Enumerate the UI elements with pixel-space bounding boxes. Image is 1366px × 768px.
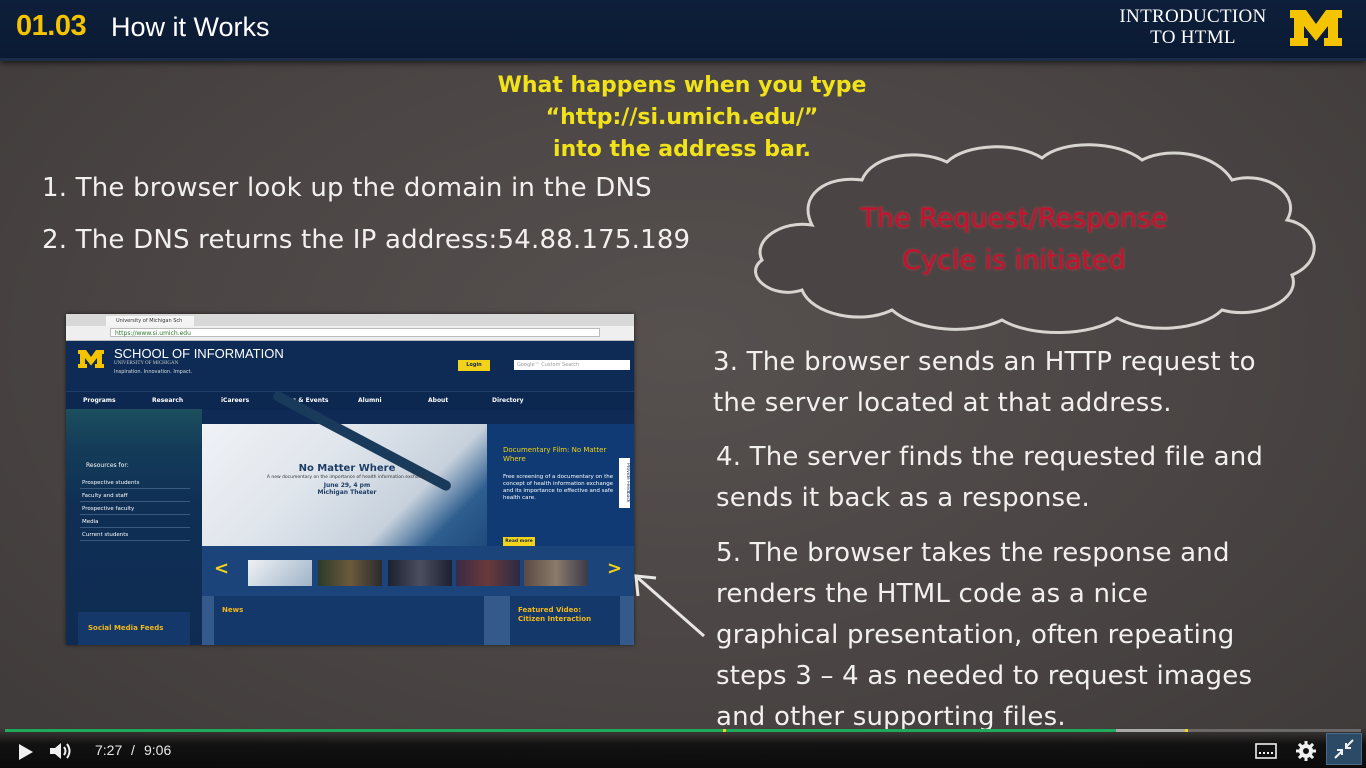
site-nav-item: Research xyxy=(152,397,184,404)
resource-item: Faculty and staff xyxy=(80,490,190,502)
feature-read-more-button: Read more xyxy=(503,537,535,546)
play-icon[interactable] xyxy=(14,741,36,763)
course-title-line2: TO HTML xyxy=(1150,27,1236,48)
progress-played xyxy=(5,729,1116,732)
resource-item: Current students xyxy=(80,529,190,541)
site-nav-item: Alumni xyxy=(358,397,382,404)
news-title: News xyxy=(222,606,244,614)
step-3-line2: the server located at that address. xyxy=(713,388,1172,418)
hero-subtitle: A new documentary on the importance of h… xyxy=(266,475,428,480)
cloud-text-line2: Cycle is initiated xyxy=(902,245,1126,276)
chapter-marker xyxy=(1185,729,1188,732)
featured-video-title: Featured Video: Citizen Interaction xyxy=(518,606,592,623)
resource-item: Prospective faculty xyxy=(80,503,190,515)
social-feeds-title: Social Media Feeds xyxy=(88,624,164,632)
hero-date-line2: Michigan Theater xyxy=(317,489,377,496)
carousel-prev-icon: < xyxy=(214,558,230,579)
carousel-thumb xyxy=(318,560,382,586)
michigan-m-logo xyxy=(1290,10,1342,46)
browser-tab: University of Michigan Sch xyxy=(106,316,194,326)
course-title-line1: INTRODUCTION xyxy=(1119,6,1267,27)
browser-address-bar: https://www.si.umich.edu xyxy=(110,328,600,337)
lesson-title: How it Works xyxy=(111,12,270,42)
step-4-text: 4. The server finds the requested file a… xyxy=(716,437,1263,519)
video-frame: 01.03 How it Works INTRODUCTION TO HTML … xyxy=(0,0,1366,768)
captions-icon[interactable] xyxy=(1255,743,1277,759)
website-screenshot: University of Michigan Sch https://www.s… xyxy=(66,314,634,645)
current-time: 7:27 xyxy=(95,742,123,758)
site-sidebar: Resources for: Prospective students Facu… xyxy=(66,409,202,645)
site-nav-bar: Programs Research iCareers News & Events… xyxy=(66,391,634,410)
chapter-marker xyxy=(723,729,726,732)
step-5-line4: steps 3 – 4 as needed to request images xyxy=(716,661,1253,691)
pointer-arrow xyxy=(634,574,705,638)
carousel-thumb xyxy=(248,560,312,586)
step-5-line2: renders the HTML code as a nice xyxy=(716,579,1149,609)
site-login-button: Login xyxy=(458,360,490,371)
browser-toolbar: https://www.si.umich.edu xyxy=(66,326,634,341)
feature-title: Documentary Film: No Matter Where xyxy=(503,446,607,463)
step-5-line1: 5. The browser takes the response and xyxy=(716,538,1230,568)
resource-item: Prospective students xyxy=(80,477,190,489)
carousel-next-icon: > xyxy=(607,558,623,579)
carousel-thumb xyxy=(456,560,520,586)
site-lower-section: News Featured Video: Citizen Interaction xyxy=(202,596,634,645)
step-3-text: 3. The browser sends an HTTP request to … xyxy=(713,342,1256,424)
headline-line2: “http://si.umich.edu/” xyxy=(545,105,819,130)
site-tagline: Inspiration. Innovation. Impact. xyxy=(114,369,193,375)
site-carousel: < > xyxy=(202,546,634,596)
total-time: 9:06 xyxy=(144,742,172,758)
hero-title: No Matter Where xyxy=(298,463,396,474)
site-hero-image: No Matter Where A new documentary on the… xyxy=(202,389,487,546)
step-5-text: 5. The browser takes the response and re… xyxy=(716,533,1252,738)
exit-fullscreen-icon xyxy=(1334,739,1354,759)
featured-video-box: Featured Video: Citizen Interaction xyxy=(510,596,620,645)
site-feature-panel: Documentary Film: No Matter Where Free s… xyxy=(487,424,634,546)
resources-title: Resources for: xyxy=(86,462,129,469)
site-header: SCHOOL OF INFORMATION UNIVERSITY OF MICH… xyxy=(66,341,634,391)
browser-tab-strip: University of Michigan Sch xyxy=(66,314,634,326)
slide-header: 01.03 How it Works INTRODUCTION TO HTML xyxy=(0,0,1366,61)
site-nav-item: Directory xyxy=(492,397,524,404)
site-m-logo xyxy=(78,350,104,368)
site-nav-item: About xyxy=(428,397,449,404)
lesson-number: 01.03 xyxy=(16,10,87,42)
exit-fullscreen-button[interactable] xyxy=(1326,733,1362,765)
site-nav-item: iCareers xyxy=(221,397,250,404)
site-school-name: SCHOOL OF INFORMATION xyxy=(114,346,284,361)
carousel-thumb xyxy=(388,560,452,586)
step-2-text: 2. The DNS returns the IP address:54.88.… xyxy=(42,225,691,255)
step-3-line1: 3. The browser sends an HTTP request to xyxy=(713,347,1256,377)
cloud-text: The Request/Response Cycle is initiated xyxy=(812,198,1216,282)
carousel-thumb xyxy=(524,560,588,586)
step-4-line1: 4. The server finds the requested file a… xyxy=(716,442,1264,472)
course-title: INTRODUCTION TO HTML xyxy=(1108,6,1278,48)
site-search-box: Google™ Custom Search xyxy=(514,360,630,370)
social-feeds-box: Social Media Feeds xyxy=(78,612,190,645)
volume-icon[interactable] xyxy=(48,740,74,762)
news-box: News xyxy=(214,596,484,645)
hero-date: June 29, 4 pm Michigan Theater xyxy=(292,482,402,496)
resource-item: Media xyxy=(80,516,190,528)
headline-line1: What happens when you type xyxy=(497,73,867,98)
site-university: UNIVERSITY OF MICHIGAN xyxy=(114,361,179,366)
feature-body: Free screening of a documentary on the c… xyxy=(503,474,614,501)
step-4-line2: sends it back as a response. xyxy=(716,483,1090,513)
step-5-line3: graphical presentation, often repeating xyxy=(716,620,1235,650)
hero-date-line1: June 29, 4 pm xyxy=(323,482,371,489)
feedback-tab: Provide Feedback xyxy=(619,458,630,508)
site-nav-item: Programs xyxy=(83,397,116,404)
time-separator: / xyxy=(131,742,135,758)
video-controls-bar xyxy=(0,728,1366,768)
gear-icon[interactable] xyxy=(1295,740,1317,762)
step-1-text: 1. The browser look up the domain in the… xyxy=(42,173,652,203)
cloud-text-line1: The Request/Response xyxy=(860,203,1168,234)
